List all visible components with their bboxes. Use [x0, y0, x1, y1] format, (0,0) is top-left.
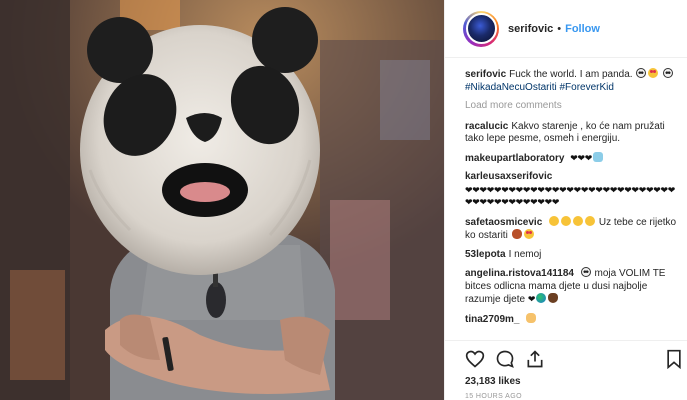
joy-emoji-icon [549, 215, 560, 226]
baby-bottle-emoji-icon [593, 151, 603, 162]
comment-username[interactable]: makeupartlaboratory [465, 153, 564, 164]
caption: serifovic Fuck the world. I am panda. #Ni… [465, 68, 677, 94]
poop-emoji-icon [548, 293, 559, 303]
comment-item: 53lepota I nemoj [465, 249, 677, 262]
share-upload-icon[interactable] [525, 349, 545, 369]
bookmark-icon[interactable] [664, 349, 684, 369]
caption-username[interactable]: serifovic [465, 69, 506, 80]
header-username[interactable]: serifovic [508, 23, 553, 35]
likes-count[interactable]: 23,183 likes [465, 376, 521, 387]
comment-username[interactable]: angelina.ristova141184 [465, 268, 574, 279]
comment-item: safetaosmicevic Uz tebe ce rijetko ko os… [465, 215, 677, 243]
black-hearts-text: ❤❤❤❤❤❤❤❤❤❤❤❤❤❤❤❤❤❤❤❤❤❤❤❤❤❤❤❤❤❤❤❤❤❤❤❤❤❤❤❤… [465, 184, 675, 208]
comment-item: racalucic Kakvo starenje , ko će nam pruž… [465, 121, 677, 146]
joy-emoji-icon [573, 215, 584, 226]
comment-username[interactable]: 53lepota [465, 249, 506, 260]
comment-item: angelina.ristova141184 moja VOLIM TE bit… [465, 267, 677, 307]
post-header: serifovic • Follow [445, 0, 687, 58]
heart-eyes-emoji-icon [648, 68, 659, 78]
post-photo[interactable] [0, 0, 444, 400]
panda-emoji-icon [636, 68, 647, 78]
football-emoji-icon [511, 229, 522, 239]
comment-text: I nemoj [508, 248, 542, 260]
follow-button[interactable]: Follow [565, 23, 600, 35]
comment-item: tina2709m_ [465, 312, 677, 327]
comments-list: serifovic Fuck the world. I am panda. #Ni… [465, 68, 677, 332]
comment-username[interactable]: racalucic [465, 121, 508, 132]
avatar[interactable] [465, 13, 497, 44]
load-more-comments-button[interactable]: Load more comments [465, 100, 677, 113]
joy-emoji-icon [561, 215, 572, 226]
post-side-panel: serifovic • Follow serifovic Fuck the wor… [444, 0, 687, 400]
comment-username[interactable]: karleusaxserifovic [465, 171, 552, 182]
heart-outline-icon[interactable] [465, 349, 485, 369]
black-heart-emoji-icon: ❤❤❤ [570, 152, 592, 163]
panda-emoji-icon [663, 68, 674, 78]
joy-emoji-icon [585, 215, 596, 226]
action-bar [445, 340, 687, 369]
panda-photo-illustration [0, 0, 444, 400]
header-separator: • [557, 22, 562, 35]
panda-emoji-icon [580, 267, 591, 277]
avatar-story-ring[interactable] [463, 10, 499, 47]
comment-bubble-icon[interactable] [495, 349, 515, 369]
black-heart-emoji-icon: ❤ [527, 294, 536, 304]
comment-username[interactable]: safetaosmicevic [465, 217, 542, 228]
comment-username[interactable]: tina2709m_ [465, 314, 519, 325]
comment-item: makeupartlaboratory ❤❤❤ [465, 151, 677, 166]
comment-item: karleusaxserifovic ❤❤❤❤❤❤❤❤❤❤❤❤❤❤❤❤❤❤❤❤❤… [465, 171, 677, 210]
post-timestamp[interactable]: 15 HOURS AGO [465, 393, 522, 400]
globe-emoji-icon [536, 293, 547, 303]
ok-hand-emoji-icon [526, 312, 537, 323]
caption-hashtags[interactable]: #NikadaNecuOstariti #ForeverKid [465, 82, 614, 93]
caption-text: Fuck the world. I am panda. [509, 69, 633, 80]
heart-eyes-emoji-icon [523, 229, 534, 239]
